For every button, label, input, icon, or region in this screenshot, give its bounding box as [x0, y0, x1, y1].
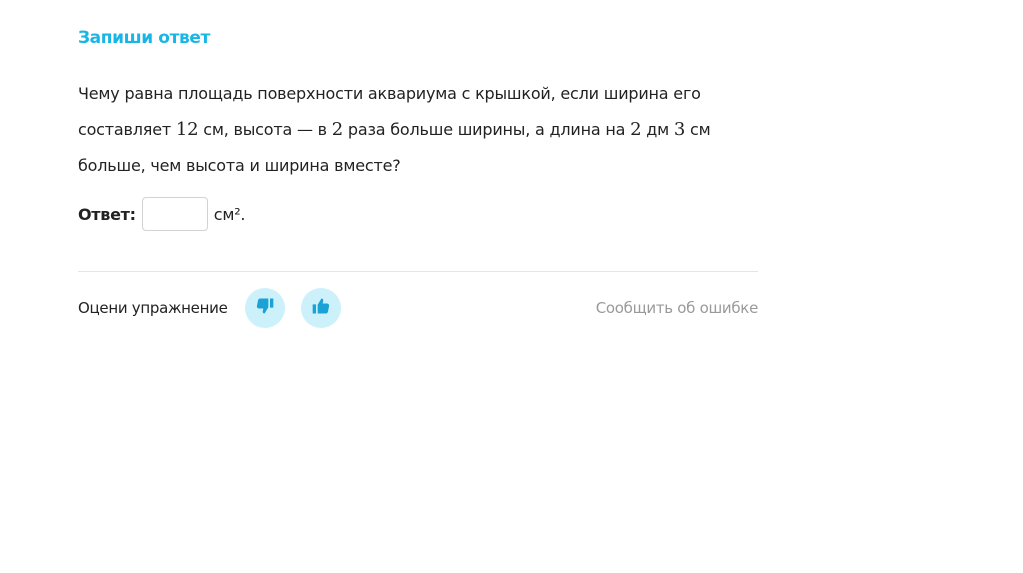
- report-error-link[interactable]: Сообщить об ошибке: [596, 299, 759, 317]
- question-line-3-text: больше, чем высота и ширина вместе?: [78, 156, 401, 175]
- exercise-title: Запиши ответ: [78, 28, 210, 48]
- answer-input[interactable]: [141, 197, 208, 231]
- height-multiplier: 2: [331, 119, 344, 140]
- exercise-footer: Оцени упражнение Сообщить об ошибке: [78, 288, 758, 328]
- question-text-part: составляет: [78, 120, 176, 139]
- question-line-3: больше, чем высота и ширина вместе?: [78, 148, 758, 184]
- exercise-card: Запиши ответ Чему равна площадь поверхно…: [78, 22, 758, 231]
- answer-unit: см².: [213, 204, 246, 224]
- like-button[interactable]: [300, 288, 341, 328]
- thumbs-down-icon: [255, 296, 275, 320]
- thumbs-up-shape: [312, 298, 329, 314]
- width-value: 12: [175, 119, 199, 140]
- question-text-part: см, высота — в: [198, 120, 332, 139]
- question-text-part: дм: [641, 120, 674, 139]
- dislike-button[interactable]: [244, 288, 285, 328]
- question-text: Чему равна площадь поверхности аквариума…: [78, 76, 758, 184]
- question-line-2: составляет 12 см, высота — в 2 раза боль…: [78, 112, 758, 148]
- thumbs-down-shape: [256, 298, 273, 314]
- thumbs-up-icon: [311, 296, 331, 320]
- length-dm-value: 2: [630, 119, 642, 140]
- question-text-part: см: [685, 120, 711, 139]
- question-line-1-text: Чему равна площадь поверхности аквариума…: [78, 84, 701, 103]
- answer-label: Ответ:: [78, 204, 136, 224]
- rate-exercise-label: Оцени упражнение: [78, 299, 228, 317]
- question-line-1: Чему равна площадь поверхности аквариума…: [78, 76, 758, 112]
- answer-row: Ответ: см².: [78, 197, 758, 231]
- footer-divider: [78, 271, 758, 272]
- question-text-part: раза больше ширины, а длина на: [343, 120, 631, 139]
- length-cm-value: 3: [673, 119, 686, 140]
